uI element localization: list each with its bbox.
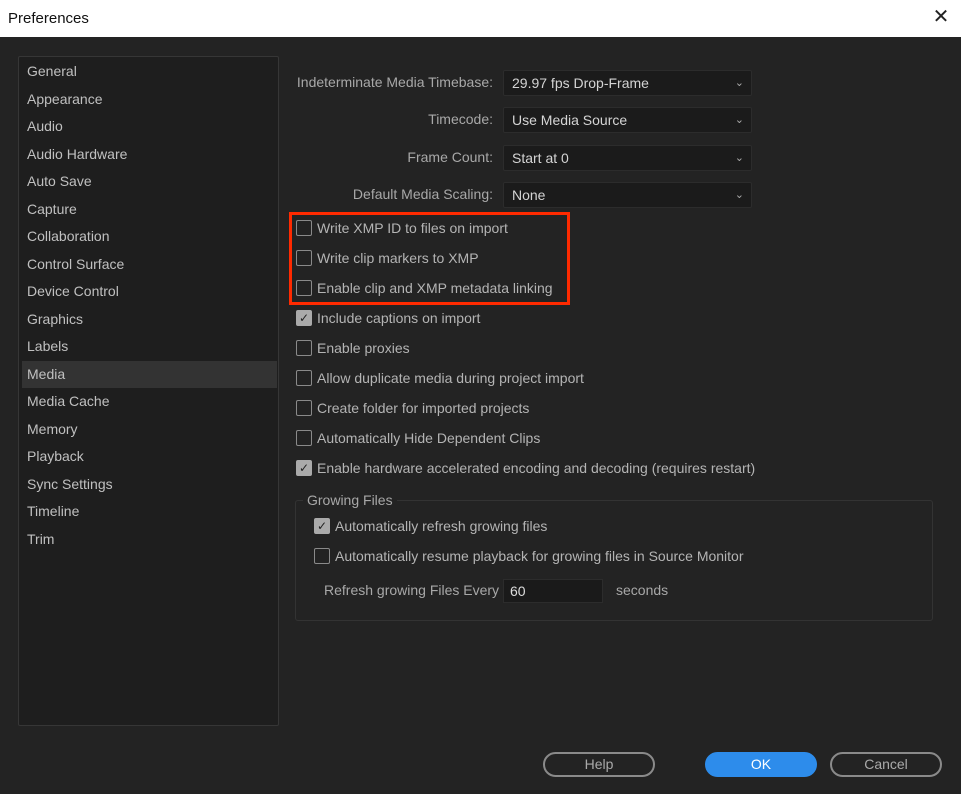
checkbox-automatically-hide-dependent-clips[interactable]: Automatically Hide Dependent Clips [296, 430, 540, 446]
checkbox-label: Allow duplicate media during project imp… [317, 370, 584, 386]
window-title: Preferences [8, 10, 89, 27]
checkbox-label: Automatically Hide Dependent Clips [317, 430, 541, 446]
checkbox-unchecked-icon[interactable] [296, 370, 312, 386]
sidebar-item-appearance[interactable]: Appearance [22, 86, 277, 113]
sidebar-item-auto-save[interactable]: Auto Save [22, 168, 277, 195]
checkbox-label: Include captions on import [317, 310, 481, 326]
indeterminate-media-timebase-label: Indeterminate Media Timebase: [296, 74, 493, 90]
sidebar-item-collaboration[interactable]: Collaboration [22, 223, 277, 250]
checkbox-checked-icon[interactable]: ✓ [296, 310, 312, 326]
dropdown-value: Start at 0 [512, 150, 569, 166]
checkbox-unchecked-icon[interactable] [296, 340, 312, 356]
sidebar-item-labels[interactable]: Labels [22, 333, 277, 360]
timecode-label: Timecode: [428, 111, 493, 127]
ok-button[interactable]: OK [705, 752, 817, 777]
sidebar-item-playback[interactable]: Playback [22, 443, 277, 470]
frame-count-label: Frame Count: [407, 149, 493, 165]
sidebar-item-sync-settings[interactable]: Sync Settings [22, 471, 277, 498]
sidebar-item-general[interactable]: General [22, 58, 277, 85]
default-media-scaling-dropdown[interactable]: None ⌄ [503, 182, 752, 208]
title-bar: Preferences ✕ [0, 0, 961, 37]
checkbox-unchecked-icon[interactable] [296, 430, 312, 446]
growing-files-title: Growing Files [303, 492, 397, 508]
sidebar-item-audio[interactable]: Audio [22, 113, 277, 140]
checkbox-unchecked-icon[interactable] [296, 400, 312, 416]
highlight-box [289, 212, 570, 305]
sidebar-item-timeline[interactable]: Timeline [22, 498, 277, 525]
preferences-sidebar: General Appearance Audio Audio Hardware Auto… [18, 56, 279, 726]
checkbox-label: Enable proxies [317, 340, 410, 356]
refresh-interval-label: Refresh growing Files Every [324, 582, 500, 598]
sidebar-item-memory[interactable]: Memory [22, 416, 277, 443]
help-button[interactable]: Help [543, 752, 655, 777]
cancel-button[interactable]: Cancel [830, 752, 942, 777]
refresh-interval-input[interactable]: 60 [503, 579, 603, 603]
indeterminate-media-timebase-dropdown[interactable]: 29.97 fps Drop-Frame ⌄ [503, 70, 752, 96]
checkbox-enable-proxies[interactable]: Enable proxies [296, 340, 410, 356]
checkbox-create-folder-for-imported-projects[interactable]: Create folder for imported projects [296, 400, 529, 416]
dropdown-value: 29.97 fps Drop-Frame [512, 75, 649, 91]
sidebar-item-device-control[interactable]: Device Control [22, 278, 277, 305]
checkbox-unchecked-icon[interactable] [314, 548, 330, 564]
checkbox-label: Enable hardware accelerated encoding and… [317, 460, 756, 476]
checkbox-automatically-refresh-growing-files[interactable]: ✓ Automatically refresh growing files [314, 518, 547, 534]
dropdown-value: None [512, 187, 546, 203]
checkbox-label: Automatically refresh growing files [335, 518, 548, 534]
sidebar-item-audio-hardware[interactable]: Audio Hardware [22, 141, 277, 168]
chevron-down-icon: ⌄ [734, 114, 744, 126]
checkbox-label: Automatically resume playback for growin… [335, 548, 744, 564]
sidebar-item-media-cache[interactable]: Media Cache [22, 388, 277, 415]
checkbox-checked-icon[interactable]: ✓ [296, 460, 312, 476]
checkbox-allow-duplicate-media-during-project-import[interactable]: Allow duplicate media during project imp… [296, 370, 584, 386]
dropdown-value: Use Media Source [512, 112, 628, 128]
checkbox-checked-icon[interactable]: ✓ [314, 518, 330, 534]
chevron-down-icon: ⌄ [734, 152, 744, 164]
checkbox-automatically-resume-playback-for-growing-files-in-source-monitor[interactable]: Automatically resume playback for growin… [314, 548, 744, 564]
close-icon[interactable]: ✕ [930, 6, 952, 28]
checkbox-enable-hardware-accelerated-encoding-and-decoding-requires-restart[interactable]: ✓ Enable hardware accelerated encoding an… [296, 460, 755, 476]
sidebar-item-graphics[interactable]: Graphics [22, 306, 277, 333]
frame-count-dropdown[interactable]: Start at 0 ⌄ [503, 145, 752, 171]
chevron-down-icon: ⌄ [734, 189, 744, 201]
sidebar-item-media[interactable]: Media [22, 360, 277, 388]
seconds-label: seconds [616, 582, 669, 598]
default-media-scaling-label: Default Media Scaling: [352, 186, 493, 202]
sidebar-item-control-surface[interactable]: Control Surface [22, 251, 277, 278]
checkbox-label: Create folder for imported projects [317, 400, 530, 416]
sidebar-item-trim[interactable]: Trim [22, 526, 277, 553]
sidebar-item-capture[interactable]: Capture [22, 196, 277, 223]
checkbox-include-captions-on-import[interactable]: ✓ Include captions on import [296, 310, 480, 326]
timecode-dropdown[interactable]: Use Media Source ⌄ [503, 107, 752, 133]
chevron-down-icon: ⌄ [734, 77, 744, 89]
